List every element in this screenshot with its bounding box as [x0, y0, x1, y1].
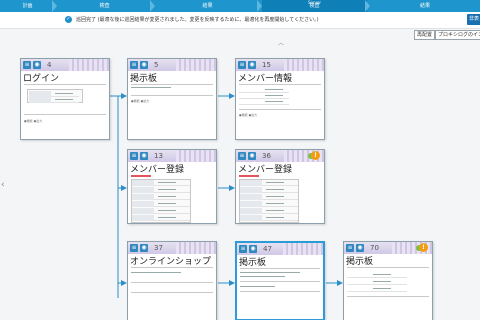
document-icon: ≡	[238, 152, 246, 160]
document-icon: ≡	[130, 244, 138, 252]
document-icon: ≡	[238, 61, 246, 69]
card-title: オンラインショップ	[130, 257, 212, 267]
card-title: 掲示板	[346, 257, 374, 267]
warning-icon[interactable]: !	[419, 243, 428, 252]
screen-card[interactable]: ≡ ◉ 4 ログイン ●機能 ●最大	[20, 58, 110, 140]
card-number: 36	[262, 152, 271, 160]
screen-card[interactable]: ≡ ◉ 5 掲示板 ●機能 ●最大	[127, 58, 217, 140]
card-number: 4	[47, 61, 52, 69]
notice-text: 巡回完了 (最適な後に巡回結果が変更されました。変更を反映するために、最適化を再…	[76, 17, 319, 23]
camera-icon: ◉	[248, 61, 256, 69]
screen-card[interactable]: ≡ ◉ 36 ! メンバー登録	[235, 149, 325, 224]
camera-icon: ◉	[140, 61, 148, 69]
server-group-label: Server	[307, 0, 322, 5]
app-root: 計画 検査 結果 Server 検査 結果 ✓ 巡回完了 (最適な後に巡回結果が…	[0, 0, 480, 320]
card-title: 掲示板	[239, 258, 267, 268]
document-icon: ≡	[23, 61, 31, 69]
card-title: メンバー登録	[130, 165, 185, 175]
screen-card-selected[interactable]: ≡ ◉ 47 掲示板	[235, 241, 325, 320]
tab-result[interactable]: 結果	[155, 0, 260, 12]
camera-icon: ◉	[140, 152, 148, 160]
screen-flow-canvas: ≡ ◉ 4 ログイン ●機能 ●最大 ≡ ◉ 5 掲示板 ●機能 ●最大 ≡ ◉…	[0, 48, 480, 320]
card-number: 47	[263, 245, 272, 253]
card-title: メンバー情報	[238, 74, 293, 84]
camera-icon: ◉	[248, 152, 256, 160]
document-icon: ≡	[346, 244, 354, 252]
screen-card[interactable]: ≡ ◉ 13 メンバー登録	[127, 149, 217, 224]
screen-card[interactable]: ≡ ◉ 15 メンバー情報 ●機能 ●最大	[235, 58, 325, 140]
card-number: 13	[154, 152, 163, 160]
document-icon: ≡	[239, 245, 247, 253]
screen-card[interactable]: ≡ ◉ 37 オンラインショップ	[127, 241, 217, 320]
document-icon: ≡	[130, 152, 138, 160]
process-tab-bar: 計画 検査 結果 Server 検査 結果	[0, 0, 480, 12]
tab-inspect[interactable]: 検査	[57, 0, 152, 12]
card-footer: ●機能 ●最大	[131, 99, 150, 103]
tab-server-inspect[interactable]: Server 検査	[262, 0, 367, 12]
proxy-import-button[interactable]: プロキシログのインポ	[435, 30, 480, 40]
camera-icon: ◉	[140, 244, 148, 252]
camera-icon: ◉	[356, 244, 364, 252]
notice-bar: ✓ 巡回完了 (最適な後に巡回結果が変更されました。変更を反映するために、最適化…	[0, 12, 480, 29]
chevron-up-icon[interactable]: ︿	[278, 41, 286, 47]
card-number: 5	[154, 61, 159, 69]
card-number: 15	[262, 61, 271, 69]
hide-button[interactable]: 非表	[467, 14, 480, 25]
document-icon: ≡	[130, 61, 138, 69]
warning-icon[interactable]: !	[311, 151, 320, 160]
card-number: 37	[154, 244, 163, 252]
card-title: 掲示板	[130, 74, 158, 84]
check-icon: ✓	[65, 16, 72, 23]
rearrange-button[interactable]: 再配置	[414, 30, 436, 40]
camera-icon: ◉	[33, 61, 41, 69]
card-footer: ●機能 ●最大	[239, 113, 258, 117]
card-title: メンバー登録	[238, 165, 293, 175]
screen-card[interactable]: ≡ ◉ 70 ! 掲示板	[343, 241, 433, 320]
card-footer: ●機能 ●最大	[24, 119, 43, 123]
card-title: ログイン	[23, 74, 60, 84]
tab-server-result[interactable]: 結果	[370, 0, 480, 12]
camera-icon: ◉	[249, 245, 257, 253]
card-number: 70	[370, 244, 379, 252]
tab-plan[interactable]: 計画	[0, 0, 55, 12]
